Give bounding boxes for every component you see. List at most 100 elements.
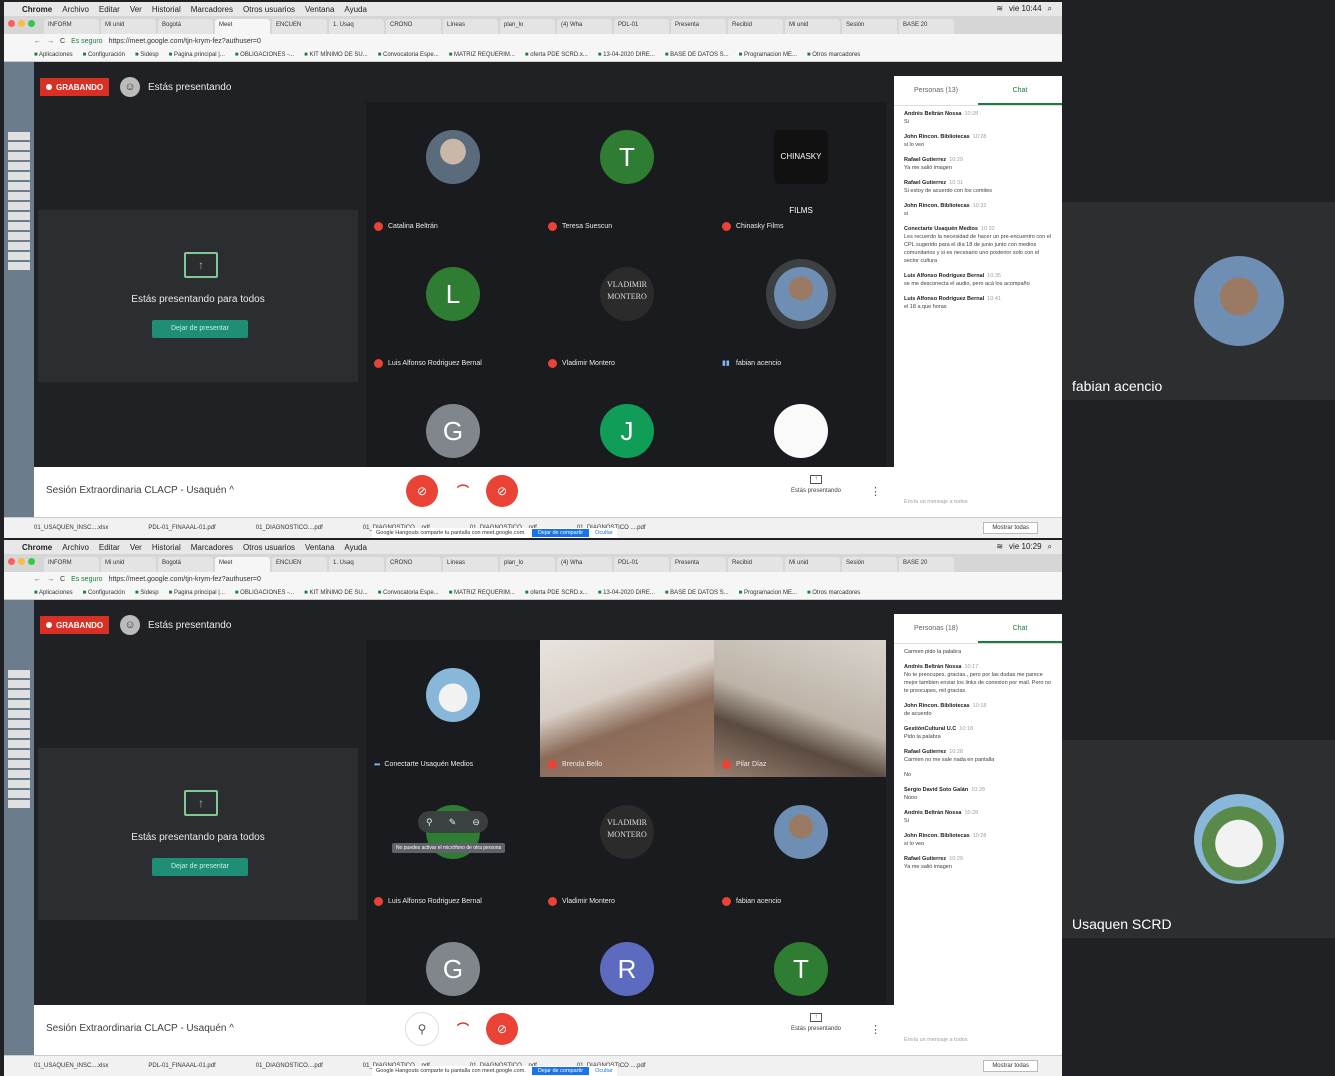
browser-tab[interactable]: Mi unid <box>101 557 156 572</box>
menu-item[interactable]: Ventana <box>305 5 334 14</box>
tab-chat[interactable]: Chat <box>978 76 1062 105</box>
participant-tile[interactable]: G <box>366 376 539 472</box>
meeting-title[interactable]: Sesión Extraordinaria CLACP - Usaquén ^ <box>46 485 234 496</box>
browser-tab[interactable]: Líneas <box>443 19 498 34</box>
bookmark-item[interactable]: KIT MÍNIMO DE SU... <box>304 52 367 58</box>
bookmark-item[interactable]: Otros marcadores <box>807 52 860 58</box>
stop-sharing-button[interactable]: Dejar de compartir <box>531 1067 590 1075</box>
download-item[interactable]: 01_DIAGNOSTICO....pdf <box>256 1063 323 1069</box>
participant-tile[interactable]: fabian acencio <box>714 777 886 914</box>
menu-item[interactable]: Editar <box>99 5 120 14</box>
bookmark-item[interactable]: 13-04-2020 DIRE... <box>598 52 655 58</box>
bookmark-item[interactable]: Programacion ME... <box>739 52 797 58</box>
menu-item[interactable]: Ver <box>130 543 142 552</box>
chat-input[interactable]: Envía un mensaje a todos <box>904 1037 968 1043</box>
hang-up-button[interactable]: ⌒ <box>447 475 479 507</box>
chevron-up-icon[interactable]: ^ <box>229 1023 234 1034</box>
bookmark-item[interactable]: Otros marcadores <box>807 590 860 596</box>
present-now-button[interactable]: ↑ Estás presentando <box>786 1013 846 1032</box>
hide-notice-button[interactable]: Ocultar <box>595 1068 613 1074</box>
bookmark-item[interactable]: Programacion ME... <box>739 590 797 596</box>
chevron-up-icon[interactable]: ^ <box>229 485 234 496</box>
participant-tile[interactable]: Catalina Beltrán <box>366 102 539 239</box>
browser-tab[interactable]: Mi unid <box>785 19 840 34</box>
show-all-downloads-button[interactable]: Mostrar todas <box>983 522 1038 534</box>
menu-item[interactable]: Ver <box>130 5 142 14</box>
reload-icon[interactable]: C <box>60 576 65 583</box>
present-now-button[interactable]: ↑ Estás presentando <box>786 475 846 494</box>
browser-tab[interactable]: Recibid <box>728 557 783 572</box>
tab-chat[interactable]: Chat <box>978 614 1062 643</box>
minimize-window-icon[interactable] <box>18 558 25 565</box>
wifi-icon[interactable]: ≋ <box>996 542 1003 552</box>
pin-icon[interactable]: ⚲ <box>426 817 433 828</box>
participant-tile[interactable]: J <box>540 376 713 472</box>
participant-tile[interactable]: CHINASKY FILMS Chinasky Films <box>714 102 886 239</box>
bookmark-item[interactable]: Convocatoria Espe... <box>378 590 439 596</box>
participant-tile[interactable] <box>714 376 886 472</box>
url-text[interactable]: https://meet.google.com/tjn-krym-fez?aut… <box>109 38 261 45</box>
menubar-clock[interactable]: vie 10:44 <box>1009 4 1041 14</box>
address-bar[interactable]: ← → C Es seguro https://meet.google.com/… <box>4 572 1062 586</box>
camera-off-button[interactable]: ⊘ <box>486 475 518 507</box>
bookmark-item[interactable]: BASE DE DATOS S... <box>665 52 728 58</box>
stop-presenting-button[interactable]: Dejar de presentar <box>152 320 248 338</box>
microphone-button[interactable]: ⊘ <box>406 475 438 507</box>
search-icon[interactable]: ⌕ <box>1048 4 1052 14</box>
browser-tab[interactable]: PDL-01 <box>614 19 669 34</box>
browser-tab[interactable]: ENCUEN <box>272 19 327 34</box>
close-window-icon[interactable] <box>8 558 15 565</box>
participant-tile[interactable]: T <box>714 914 886 1010</box>
forward-icon[interactable]: → <box>47 576 54 583</box>
browser-tab[interactable]: BASE 20 <box>899 557 954 572</box>
microphone-button[interactable]: ⚲ <box>406 1013 438 1045</box>
menu-item[interactable]: Marcadores <box>191 5 233 14</box>
browser-tab[interactable]: Presenta <box>671 557 726 572</box>
more-options-icon[interactable]: ⋮ <box>870 1023 881 1036</box>
participant-tile[interactable]: Pilar Díaz <box>714 640 886 777</box>
browser-tab[interactable]: BASE 20 <box>899 19 954 34</box>
browser-tab[interactable]: Sesión <box>842 19 897 34</box>
browser-tab[interactable]: Bogotá <box>158 19 213 34</box>
browser-tab[interactable]: Mi unid <box>101 19 156 34</box>
url-text[interactable]: https://meet.google.com/tjn-krym-fez?aut… <box>109 576 261 583</box>
menu-item[interactable]: Otros usuarios <box>243 543 295 552</box>
participant-tile[interactable]: VLADIMIR MONTERO Vladimir Montero <box>540 777 713 914</box>
participant-tile[interactable]: Luis Alfonso Rodriguez Bernal ⚲ ✎ ⊖ No puede… <box>366 777 539 914</box>
download-item[interactable]: 01_USAQUEN_INSC....xlsx <box>34 1063 108 1069</box>
download-item[interactable]: PDL-01_FINAAAL-01.pdf <box>148 525 215 531</box>
browser-tab[interactable]: Líneas <box>443 557 498 572</box>
menu-item[interactable]: Archivo <box>62 543 89 552</box>
menu-app-name[interactable]: Chrome <box>22 5 52 14</box>
browser-tab[interactable]: plan_lo <box>500 19 555 34</box>
browser-tab[interactable]: Meet <box>215 557 270 572</box>
back-icon[interactable]: ← <box>34 38 41 45</box>
bookmark-item[interactable]: oferta PDE SCRD.x... <box>525 590 588 596</box>
menu-item[interactable]: Ventana <box>305 543 334 552</box>
browser-tab[interactable]: CRONO <box>386 557 441 572</box>
participant-tile[interactable]: ▮▮ fabian acencio <box>714 239 886 376</box>
more-options-icon[interactable]: ⋮ <box>870 485 881 498</box>
bookmark-item[interactable]: Convocatoria Espe... <box>378 52 439 58</box>
browser-tab[interactable]: 1. Usaq <box>329 557 384 572</box>
hang-up-button[interactable]: ⌒ <box>447 1013 479 1045</box>
participant-tile[interactable]: R <box>540 914 713 1010</box>
bookmark-item[interactable]: OBLIGACIONES -... <box>235 590 294 596</box>
bookmark-item[interactable]: BASE DE DATOS S... <box>665 590 728 596</box>
bookmark-item[interactable]: MATRIZ REQUERIM... <box>449 590 515 596</box>
forward-icon[interactable]: → <box>47 38 54 45</box>
browser-tab[interactable]: ENCUEN <box>272 557 327 572</box>
back-icon[interactable]: ← <box>34 576 41 583</box>
bookmark-item[interactable]: oferta PDE SCRD.x... <box>525 52 588 58</box>
bookmark-item[interactable]: 13-04-2020 DIRE... <box>598 590 655 596</box>
hide-notice-button[interactable]: Ocultar <box>595 530 613 536</box>
mute-participant-icon[interactable]: ✎ <box>449 817 457 828</box>
participant-tile[interactable]: VLADIMIR MONTERO Vladimir Montero <box>540 239 713 376</box>
menu-app-name[interactable]: Chrome <box>22 543 52 552</box>
participant-tile[interactable]: ••• Conectarte Usaquén Medios <box>366 640 539 777</box>
download-item[interactable]: 01_DIAGNOSTICO....pdf <box>256 525 323 531</box>
camera-off-button[interactable]: ⊘ <box>486 1013 518 1045</box>
stop-presenting-button[interactable]: Dejar de presentar <box>152 858 248 876</box>
bookmark-item[interactable]: MATRIZ REQUERIM... <box>449 52 515 58</box>
search-icon[interactable]: ⌕ <box>1048 542 1052 552</box>
